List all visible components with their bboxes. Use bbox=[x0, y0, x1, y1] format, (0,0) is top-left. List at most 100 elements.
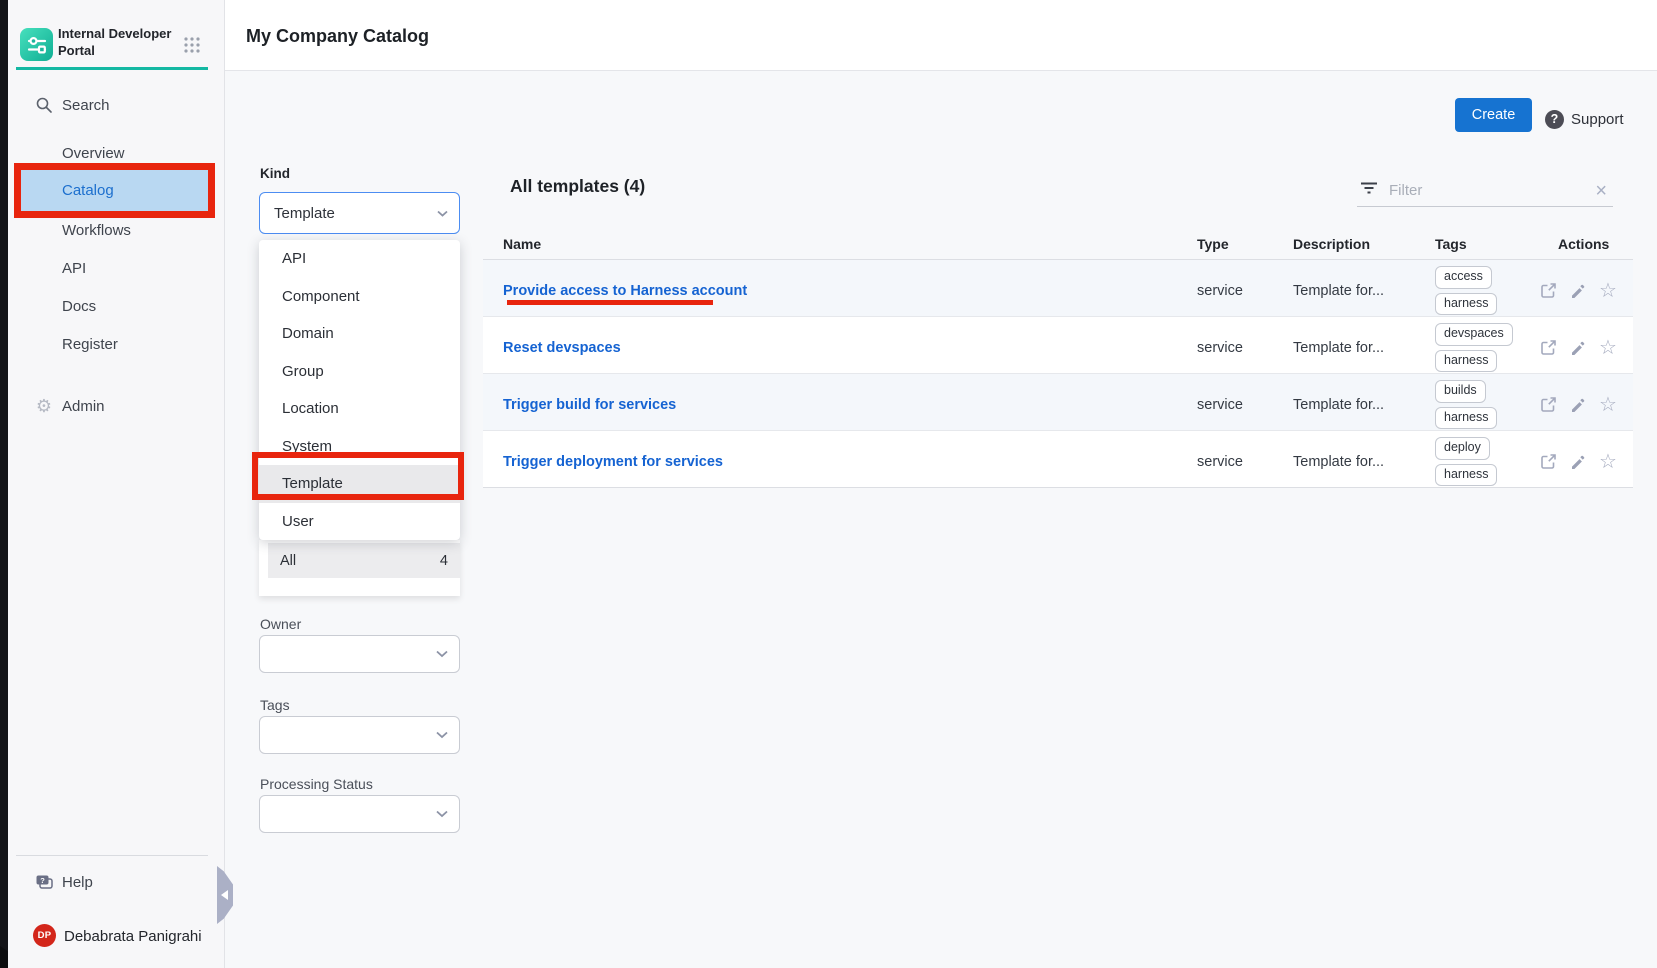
help-chat-icon: ? bbox=[34, 872, 54, 892]
kind-option-user[interactable]: User bbox=[259, 503, 460, 541]
table-row: Trigger deployment for services service … bbox=[483, 431, 1633, 488]
clear-filter-icon[interactable]: × bbox=[1595, 181, 1607, 201]
sidebar-item-api[interactable]: API bbox=[8, 255, 225, 281]
tags-cell: devspaces harness bbox=[1415, 317, 1538, 378]
sidebar-item-admin[interactable]: ⚙ Admin bbox=[8, 394, 225, 418]
all-label: All bbox=[280, 553, 296, 569]
edit-pencil-icon[interactable] bbox=[1568, 452, 1588, 472]
sidebar-item-workflows[interactable]: Workflows bbox=[8, 217, 225, 243]
user-avatar: DP bbox=[33, 924, 56, 947]
sidebar-item-help[interactable]: ? Help bbox=[8, 870, 225, 894]
app-title: Internal Developer Portal bbox=[58, 26, 176, 60]
sidebar: Internal Developer Portal Search Overvie… bbox=[8, 0, 225, 968]
template-link[interactable]: Trigger deployment for services bbox=[503, 454, 723, 470]
actions-cell: ☆ bbox=[1538, 452, 1633, 472]
search-icon bbox=[34, 95, 54, 115]
tag-badge: harness bbox=[1435, 407, 1497, 430]
star-favorite-icon[interactable]: ☆ bbox=[1598, 452, 1618, 472]
accent-divider bbox=[16, 67, 208, 70]
help-label: Help bbox=[62, 874, 93, 891]
page-header: My Company Catalog bbox=[225, 0, 1657, 71]
template-link[interactable]: Reset devspaces bbox=[503, 340, 621, 356]
kind-select[interactable]: Template bbox=[259, 192, 460, 234]
column-header-actions: Actions bbox=[1538, 236, 1633, 252]
type-cell: service bbox=[1177, 397, 1273, 413]
pipeline-logo-icon bbox=[26, 34, 48, 56]
kind-option-group[interactable]: Group bbox=[259, 353, 460, 391]
edit-pencil-icon[interactable] bbox=[1568, 395, 1588, 415]
type-cell: service bbox=[1177, 283, 1273, 299]
owner-select[interactable] bbox=[259, 635, 460, 673]
table-row: Provide access to Harness account servic… bbox=[483, 260, 1633, 317]
tag-badge: harness bbox=[1435, 293, 1497, 316]
open-in-new-icon[interactable] bbox=[1538, 338, 1558, 358]
tag-badge: builds bbox=[1435, 380, 1486, 403]
tag-badge: deploy bbox=[1435, 437, 1490, 460]
sidebar-item-register[interactable]: Register bbox=[8, 331, 225, 357]
table-header-row: Name Type Description Tags Actions bbox=[483, 228, 1633, 260]
actions-cell: ☆ bbox=[1538, 281, 1633, 301]
description-cell: Template for... bbox=[1273, 397, 1415, 413]
filter-funnel-icon bbox=[1360, 181, 1378, 200]
all-count: 4 bbox=[440, 553, 448, 569]
open-in-new-icon[interactable] bbox=[1538, 281, 1558, 301]
processing-status-select[interactable] bbox=[259, 795, 460, 833]
nav-label: Overview bbox=[62, 145, 125, 162]
kind-option-template[interactable]: Template bbox=[259, 465, 460, 503]
create-button[interactable]: Create bbox=[1455, 98, 1532, 132]
edit-pencil-icon[interactable] bbox=[1568, 338, 1588, 358]
sidebar-footer-divider bbox=[16, 855, 208, 856]
sidebar-user[interactable]: DP Debabrata Panigrahi bbox=[8, 924, 225, 948]
type-cell: service bbox=[1177, 340, 1273, 356]
sidebar-item-docs[interactable]: Docs bbox=[8, 293, 225, 319]
tag-badge: harness bbox=[1435, 464, 1497, 487]
chevron-down-icon bbox=[436, 726, 448, 744]
chevron-down-icon bbox=[436, 805, 448, 823]
kind-option-location[interactable]: Location bbox=[259, 390, 460, 428]
app-logo[interactable] bbox=[20, 28, 53, 61]
table-row: Reset devspaces service Template for... … bbox=[483, 317, 1633, 374]
kind-count-row-all[interactable]: All 4 bbox=[268, 543, 460, 578]
kind-select-value: Template bbox=[260, 205, 335, 222]
owner-filter-label: Owner bbox=[260, 616, 301, 632]
template-link[interactable]: Trigger build for services bbox=[503, 397, 676, 413]
filter-placeholder: Filter bbox=[1389, 182, 1595, 199]
sidebar-item-search[interactable]: Search bbox=[8, 93, 225, 117]
nav-label: Docs bbox=[62, 298, 96, 315]
description-cell: Template for... bbox=[1273, 340, 1415, 356]
user-name: Debabrata Panigrahi bbox=[64, 928, 202, 945]
table-title: All templates (4) bbox=[510, 176, 645, 197]
type-cell: service bbox=[1177, 454, 1273, 470]
support-button[interactable]: ? Support bbox=[1545, 109, 1624, 129]
open-in-new-icon[interactable] bbox=[1538, 395, 1558, 415]
processing-status-filter-label: Processing Status bbox=[260, 776, 373, 792]
kind-option-api[interactable]: API bbox=[259, 240, 460, 278]
kind-option-domain[interactable]: Domain bbox=[259, 315, 460, 353]
support-label: Support bbox=[1571, 111, 1624, 128]
nav-label: Register bbox=[62, 336, 118, 353]
tags-cell: builds harness bbox=[1415, 374, 1538, 435]
star-favorite-icon[interactable]: ☆ bbox=[1598, 338, 1618, 358]
search-label: Search bbox=[62, 97, 110, 114]
chevron-left-icon bbox=[221, 890, 228, 900]
tags-select[interactable] bbox=[259, 716, 460, 754]
column-header-description: Description bbox=[1273, 236, 1415, 252]
nav-label: Workflows bbox=[62, 222, 131, 239]
actions-cell: ☆ bbox=[1538, 338, 1633, 358]
star-favorite-icon[interactable]: ☆ bbox=[1598, 395, 1618, 415]
nav-label: API bbox=[62, 260, 86, 277]
table-row: Trigger build for services service Templ… bbox=[483, 374, 1633, 431]
apps-grid-icon[interactable] bbox=[183, 36, 201, 54]
sidebar-item-catalog[interactable]: Catalog bbox=[21, 170, 208, 211]
kind-option-component[interactable]: Component bbox=[259, 278, 460, 316]
open-in-new-icon[interactable] bbox=[1538, 452, 1558, 472]
template-link[interactable]: Provide access to Harness account bbox=[503, 283, 747, 299]
admin-label: Admin bbox=[62, 398, 105, 415]
tags-filter-label: Tags bbox=[260, 697, 290, 713]
table-filter-input[interactable]: Filter × bbox=[1357, 175, 1613, 207]
star-favorite-icon[interactable]: ☆ bbox=[1598, 281, 1618, 301]
actions-cell: ☆ bbox=[1538, 395, 1633, 415]
window-edge-strip bbox=[0, 0, 8, 968]
edit-pencil-icon[interactable] bbox=[1568, 281, 1588, 301]
kind-option-system[interactable]: System bbox=[259, 428, 460, 466]
